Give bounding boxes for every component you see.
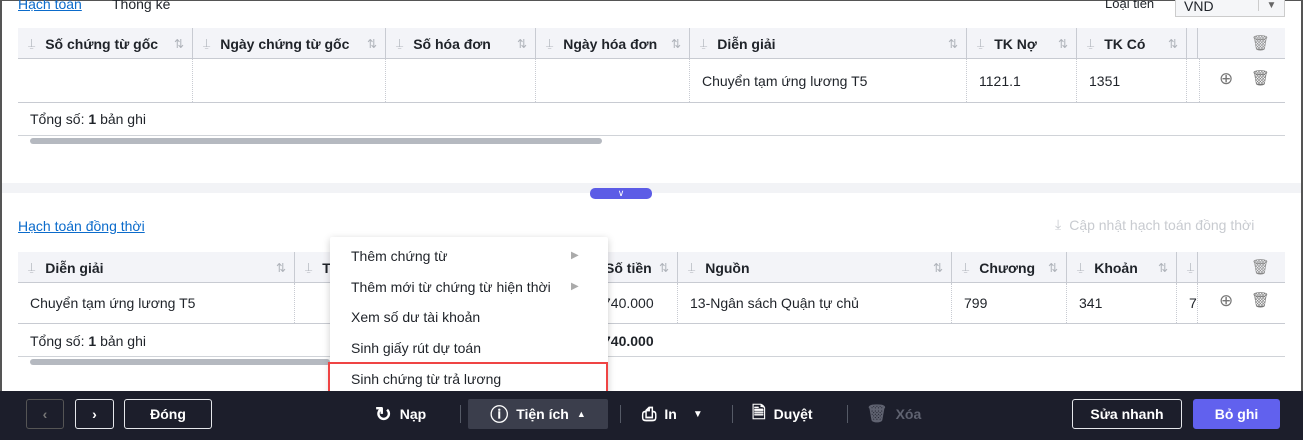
- menu-item-sinh-chung-tu-tra-luong[interactable]: Sinh chứng từ trả lương: [351, 371, 501, 387]
- refresh-icon: ↻: [375, 403, 392, 426]
- table-row[interactable]: Chuyển tạm ứng lương T5 740.000 13-Ngân …: [18, 283, 1285, 324]
- info-circle-icon: ⓘ: [490, 405, 509, 425]
- caret-up-icon: ▲: [576, 409, 586, 419]
- col-tk-no[interactable]: ⍊ TK Nợ ⇅: [967, 28, 1077, 59]
- menu-item-xem-so-du[interactable]: Xem số dư tài khoản: [351, 309, 480, 325]
- add-row-icon[interactable]: ⊕: [1219, 69, 1233, 89]
- tab-hach-toan[interactable]: Hạch toán: [18, 0, 82, 12]
- chevron-down-icon: ▼: [1258, 0, 1284, 11]
- currency-value: VND: [1184, 0, 1214, 14]
- footer-total: 740.000: [603, 333, 654, 349]
- currency-label: Loại tiền: [1105, 0, 1155, 11]
- col-tk-co[interactable]: ⍊ TK Có ⇅: [1077, 28, 1187, 59]
- top-scrollbar[interactable]: [30, 138, 602, 144]
- currency-select[interactable]: VND ▼: [1175, 0, 1285, 17]
- quick-edit-button[interactable]: Sửa nhanh: [1072, 399, 1182, 429]
- document-icon: 🗎: [752, 402, 766, 422]
- col-ngay-chung-tu-goc[interactable]: ⍊ Ngày chứng từ gốc ⇅: [193, 28, 386, 59]
- col-nguon[interactable]: ⍊ Nguồn ⇅: [678, 252, 952, 283]
- print-button[interactable]: ⎙ In ▼: [642, 399, 703, 429]
- col-khoan[interactable]: ⍊ Khoản ⇅: [1067, 252, 1177, 283]
- cell-nguon[interactable]: 13-Ngân sách Quận tự chủ: [678, 283, 952, 323]
- cell-dien-giai[interactable]: Chuyển tạm ứng lương T5: [18, 283, 295, 323]
- top-table: ⍊ Số chứng từ gốc ⇅ ⍊ Ngày chứng từ gốc ⇅ ⍊ S…: [18, 28, 1285, 168]
- chevron-right-icon: ▶: [571, 250, 579, 261]
- col-dien-giai[interactable]: ⍊ Diễn giải ⇅: [18, 252, 295, 283]
- menu-item-them-moi-tu-chung-tu[interactable]: Thêm mới từ chứng từ hiện thời ▶: [351, 279, 591, 295]
- utilities-button[interactable]: ⓘ Tiện ích ▲: [468, 399, 608, 429]
- next-button[interactable]: ›: [75, 399, 114, 429]
- col-so-hoa-don[interactable]: ⍊ Số hóa đơn ⇅: [386, 28, 536, 59]
- chevron-down-icon[interactable]: ∨: [590, 188, 652, 199]
- col-so-chung-tu-goc[interactable]: ⍊ Số chứng từ gốc ⇅: [18, 28, 193, 59]
- caret-down-icon[interactable]: ▼: [693, 409, 703, 420]
- col-partial: ⍊: [1177, 252, 1198, 283]
- tab-thong-ke[interactable]: Thống kê: [112, 0, 170, 12]
- menu-item-them-chung-tu[interactable]: Thêm chứng từ ▶: [351, 248, 591, 264]
- hach-toan-dong-thoi-title[interactable]: Hạch toán đồng thời: [18, 218, 145, 234]
- update-button[interactable]: ⤓ Cập nhật hạch toán đồng thời: [1055, 216, 1254, 233]
- trash-icon: 🗑: [866, 404, 888, 423]
- bottom-toolbar: ‹ › Đóng ↻ Nạp ⓘ Tiện ích ▲ ⎙ In ▼ 🗎 Duyệt 🗑 Xó…: [0, 391, 1303, 440]
- col-partial: [1187, 28, 1198, 59]
- add-row-icon[interactable]: ⊕: [1219, 291, 1233, 311]
- reload-button[interactable]: ↻ Nạp: [375, 399, 426, 429]
- table-row[interactable]: Chuyển tạm ứng lương T5 1121.1 1351 ⊕ 🗑: [18, 59, 1285, 103]
- printer-icon: ⎙: [642, 403, 657, 424]
- prev-button[interactable]: ‹: [26, 399, 64, 429]
- delete-row-icon[interactable]: 🗑: [1251, 291, 1270, 309]
- approve-button[interactable]: 🗎 Duyệt: [752, 399, 813, 429]
- bottom-scrollbar[interactable]: [30, 359, 330, 365]
- bottom-table: ⍊ Diễn giải ⇅ ⍊ T Số tiền ⇅ ⍊ Nguồn ⇅ ⍊ Chương ⇅…: [18, 252, 1285, 372]
- bottom-footer: Tổng số: 1 bản ghi: [30, 333, 146, 349]
- col-dien-giai[interactable]: ⍊ Diễn giải ⇅: [690, 28, 967, 59]
- chevron-right-icon: ▶: [571, 281, 579, 292]
- col-ngay-hoa-don[interactable]: ⍊ Ngày hóa đơn ⇅: [536, 28, 690, 59]
- col-chuong[interactable]: ⍊ Chương ⇅: [952, 252, 1067, 283]
- close-button[interactable]: Đóng: [124, 399, 212, 429]
- menu-item-sinh-giay-rut[interactable]: Sinh giấy rút dự toán: [351, 340, 481, 356]
- sort-icon[interactable]: ⇅: [174, 37, 184, 51]
- pin-icon[interactable]: ⍊: [28, 36, 35, 51]
- delete-row-icon[interactable]: 🗑: [1251, 69, 1270, 87]
- top-footer: Tổng số: 1 bản ghi: [30, 111, 146, 127]
- download-doc-icon: ⤓: [1055, 216, 1062, 232]
- cell-tk-no[interactable]: 1121.1: [967, 59, 1077, 102]
- cell-dien-giai[interactable]: Chuyển tạm ứng lương T5: [690, 59, 967, 102]
- unpost-button[interactable]: Bỏ ghi: [1193, 399, 1280, 429]
- delete-all-icon[interactable]: 🗑: [1251, 258, 1270, 276]
- delete-all-icon[interactable]: 🗑: [1251, 34, 1270, 52]
- cell-partial[interactable]: 7: [1177, 283, 1198, 323]
- cell-chuong[interactable]: 799: [952, 283, 1067, 323]
- cell-tk-co[interactable]: 1351: [1077, 59, 1187, 102]
- utilities-menu: Thêm chứng từ ▶ Thêm mới từ chứng từ hiện…: [328, 237, 608, 400]
- cell-khoan[interactable]: 341: [1067, 283, 1177, 323]
- delete-button[interactable]: 🗑 Xóa: [866, 399, 921, 429]
